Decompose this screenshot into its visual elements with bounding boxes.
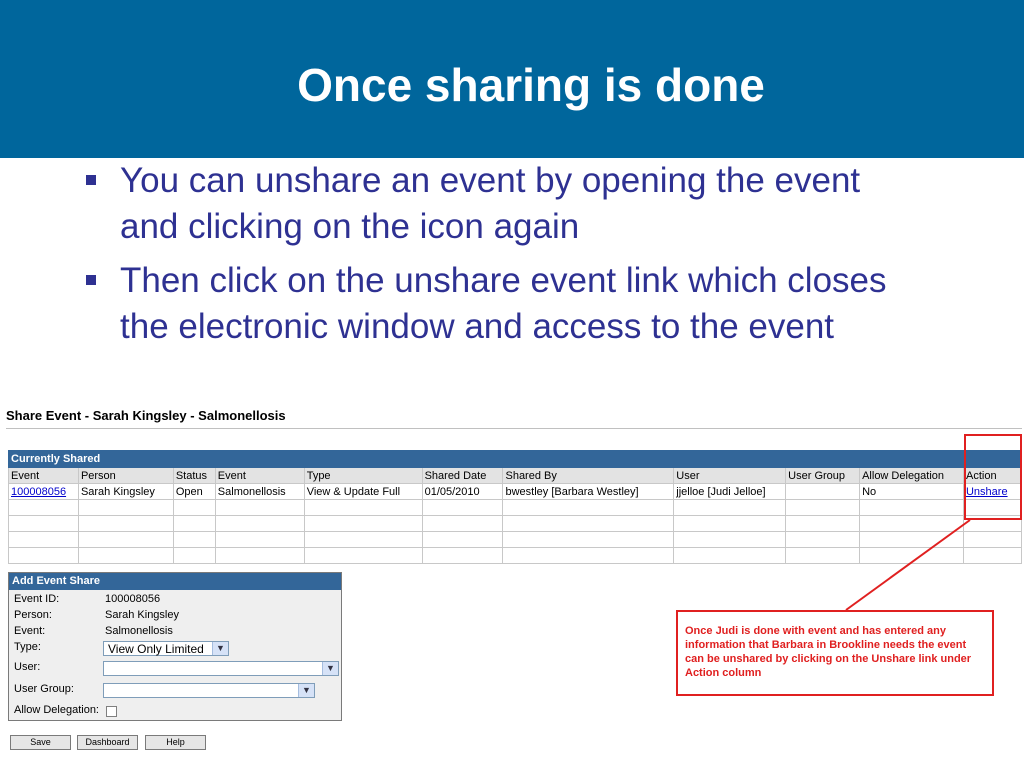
cell-user-group <box>785 483 861 500</box>
person-value: Sarah Kingsley <box>105 609 179 621</box>
bullet-list: You can unshare an event by opening the … <box>84 158 924 358</box>
slide-title: Once sharing is done <box>297 59 765 111</box>
table-row: 100008056 Sarah Kingsley Open Salmonello… <box>8 483 1023 500</box>
action-column-highlight <box>964 434 1022 520</box>
add-event-share-panel: Add Event Share Event ID: 100008056 Pers… <box>8 572 342 721</box>
event-value: Salmonellosis <box>105 625 173 637</box>
event-id-label: Event ID: <box>14 593 60 605</box>
panel-caption: Add Event Share <box>9 573 341 590</box>
user-group-label: User Group: <box>14 683 74 695</box>
column-header-event: Event <box>8 467 79 484</box>
save-button[interactable]: Save <box>10 735 71 750</box>
cell-status: Open <box>172 483 216 500</box>
event-label: Event: <box>14 625 46 637</box>
allow-delegation-label: Allow Delegation: <box>14 704 99 716</box>
chevron-down-icon[interactable]: ▼ <box>322 662 338 675</box>
user-label: User: <box>14 661 41 673</box>
cell-user: jjelloe [Judi Jelloe] <box>673 483 787 500</box>
bullet-item: Then click on the unshare event link whi… <box>84 258 924 350</box>
type-select-value: View Only Limited <box>108 642 204 656</box>
cell-event-id[interactable]: 100008056 <box>8 483 79 500</box>
column-header-allow-delegation: Allow Delegation <box>859 467 964 484</box>
table-row-empty <box>8 499 1023 516</box>
screen-title: Share Event - Sarah Kingsley - Salmonell… <box>6 408 286 423</box>
cell-person: Sarah Kingsley <box>77 483 174 500</box>
help-button[interactable]: Help <box>145 735 206 750</box>
share-event-screenshot: Share Event - Sarah Kingsley - Salmonell… <box>0 400 1024 768</box>
column-header-status: Status <box>172 467 216 484</box>
cell-shared-date: 01/05/2010 <box>421 483 504 500</box>
allow-delegation-checkbox[interactable] <box>106 706 117 717</box>
chevron-down-icon[interactable]: ▼ <box>298 684 314 697</box>
column-header-event-name: Event <box>214 467 305 484</box>
column-header-person: Person <box>77 467 174 484</box>
square-bullet-icon <box>86 275 96 285</box>
type-label: Type: <box>14 641 41 653</box>
dashboard-button[interactable]: Dashboard <box>77 735 138 750</box>
cell-event: Salmonellosis <box>214 483 305 500</box>
user-select[interactable]: ▼ <box>103 661 339 676</box>
user-group-select[interactable]: ▼ <box>103 683 315 698</box>
bullet-text: Then click on the unshare event link whi… <box>120 261 887 346</box>
cell-type: View & Update Full <box>303 483 423 500</box>
bullet-item: You can unshare an event by opening the … <box>84 158 924 250</box>
chevron-down-icon[interactable]: ▼ <box>212 642 228 655</box>
currently-shared-table: Currently Shared Event Person Status Eve… <box>8 450 1023 564</box>
table-header-row: Event Person Status Event Type Shared Da… <box>8 467 1023 484</box>
square-bullet-icon <box>86 175 96 185</box>
event-id-value: 100008056 <box>105 593 161 605</box>
column-header-user-group: User Group <box>785 467 861 484</box>
cell-allow-delegation: No <box>859 483 964 500</box>
column-header-user: User <box>673 467 787 484</box>
event-id-link[interactable]: 100008056 <box>11 486 66 498</box>
column-header-shared-date: Shared Date <box>421 467 504 484</box>
cell-shared-by: bwestley [Barbara Westley] <box>502 483 675 500</box>
divider <box>6 428 1022 429</box>
person-label: Person: <box>14 609 52 621</box>
type-select[interactable]: View Only Limited ▼ <box>103 641 229 656</box>
table-caption-row: Currently Shared <box>8 450 1022 468</box>
annotation-callout: Once Judi is done with event and has ent… <box>676 610 994 696</box>
table-row-empty <box>8 515 1023 532</box>
table-row-empty <box>8 531 1023 548</box>
table-caption: Currently Shared <box>8 450 1022 468</box>
column-header-shared-by: Shared By <box>502 467 675 484</box>
bullet-text: You can unshare an event by opening the … <box>120 161 861 246</box>
table-row-empty <box>8 547 1023 564</box>
column-header-type: Type <box>303 467 423 484</box>
